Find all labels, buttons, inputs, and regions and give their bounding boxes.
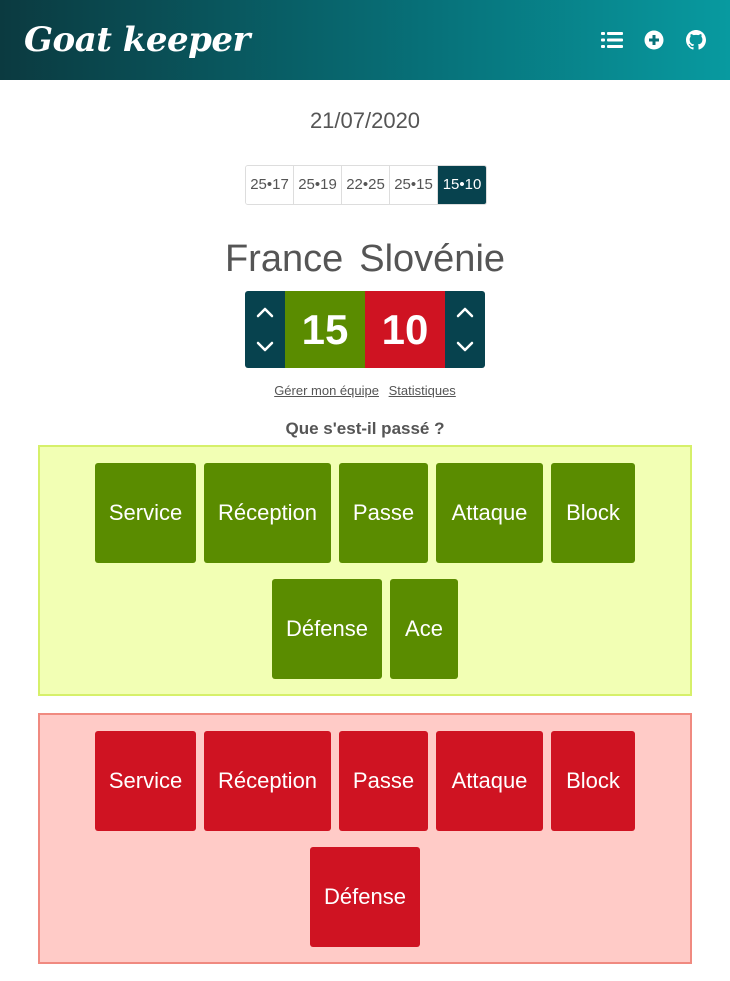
away-score: 10 — [365, 291, 445, 368]
away-action-passe-button[interactable]: Passe — [339, 731, 428, 831]
away-decrement-chevron-down-icon[interactable] — [453, 339, 477, 355]
set-tab-3[interactable]: 22•25 — [342, 166, 390, 204]
home-decrement-chevron-down-icon[interactable] — [253, 339, 277, 355]
secondary-links: Gérer mon équipe Statistiques — [0, 383, 730, 398]
home-team-name: France — [224, 238, 344, 280]
match-date: 21/07/2020 — [309, 108, 421, 133]
list-icon[interactable] — [600, 28, 624, 52]
home-action-passe-button[interactable]: Passe — [339, 463, 428, 563]
statistics-link[interactable]: Statistiques — [389, 383, 456, 398]
away-action-block-button[interactable]: Block — [551, 731, 635, 831]
home-action-attaque-button[interactable]: Attaque — [436, 463, 543, 563]
away-action-service-button[interactable]: Service — [95, 731, 196, 831]
add-circle-icon[interactable] — [642, 28, 666, 52]
team-names: France Slovénie — [0, 238, 730, 281]
app-title[interactable]: Goat keeper — [24, 20, 250, 60]
set-tab-1[interactable]: 25•17 — [246, 166, 294, 204]
home-action-ace-button[interactable]: Ace — [390, 579, 458, 679]
manage-team-link[interactable]: Gérer mon équipe — [274, 383, 379, 398]
away-action-defense-button[interactable]: Défense — [310, 847, 420, 947]
home-score: 15 — [285, 291, 365, 368]
away-actions-panel: Service Réception Passe Attaque Block Dé… — [38, 713, 692, 964]
set-tab-2[interactable]: 25•19 — [294, 166, 342, 204]
set-tab-5[interactable]: 15•10 — [438, 166, 486, 204]
set-tabs: 25•17 25•19 22•25 25•15 15•10 — [245, 165, 487, 205]
away-team-name: Slovénie — [359, 238, 506, 280]
home-action-block-button[interactable]: Block — [551, 463, 635, 563]
home-action-service-button[interactable]: Service — [95, 463, 196, 563]
set-tab-4[interactable]: 25•15 — [390, 166, 438, 204]
away-action-reception-button[interactable]: Réception — [204, 731, 331, 831]
home-score-controls — [245, 291, 285, 368]
away-score-controls — [445, 291, 485, 368]
home-actions-panel: Service Réception Passe Attaque Block Dé… — [38, 445, 692, 696]
question-heading: Que s'est-il passé ? — [285, 419, 445, 438]
home-action-defense-button[interactable]: Défense — [272, 579, 382, 679]
away-increment-chevron-up-icon[interactable] — [453, 305, 477, 321]
home-increment-chevron-up-icon[interactable] — [253, 305, 277, 321]
navbar: Goat keeper — [0, 0, 730, 80]
scoreboard: 15 10 — [245, 291, 485, 368]
home-action-reception-button[interactable]: Réception — [204, 463, 331, 563]
github-icon[interactable] — [684, 28, 708, 52]
away-action-attaque-button[interactable]: Attaque — [436, 731, 543, 831]
